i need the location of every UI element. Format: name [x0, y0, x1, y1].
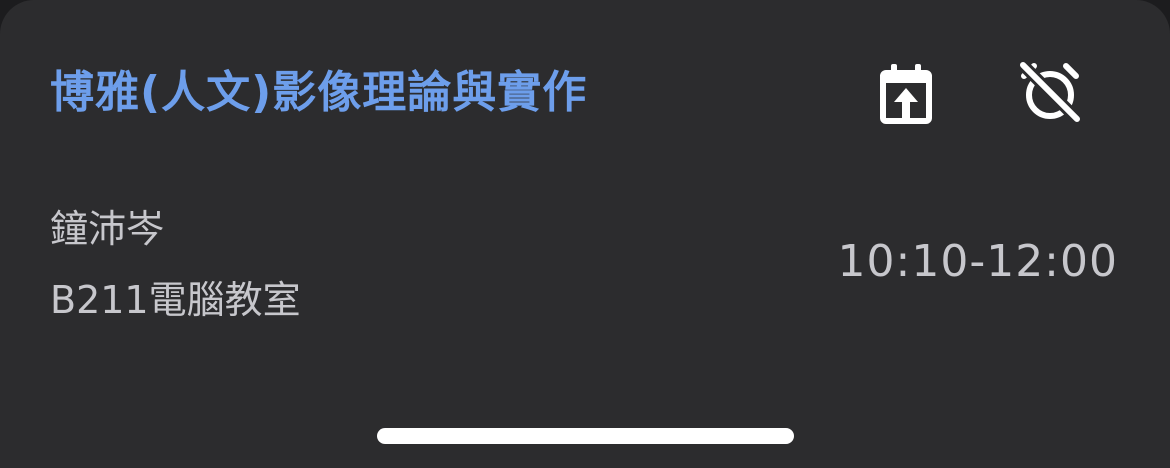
teacher-name: 鐘沛岑	[50, 207, 165, 251]
calendar-upload-icon	[880, 64, 932, 124]
add-to-calendar-button[interactable]	[874, 62, 938, 126]
room-location: B211電腦教室	[50, 278, 301, 322]
alarm-off-icon	[1018, 60, 1082, 124]
home-indicator[interactable]	[377, 428, 794, 444]
course-title: 博雅(人文)影像理論與實作	[50, 67, 588, 118]
class-time: 10:10-12:00	[837, 236, 1118, 287]
alarm-toggle-button[interactable]	[1018, 60, 1082, 124]
course-card[interactable]: 博雅(人文)影像理論與實作 鐘沛岑 B211電腦教室 10:10-12:00	[0, 0, 1170, 468]
